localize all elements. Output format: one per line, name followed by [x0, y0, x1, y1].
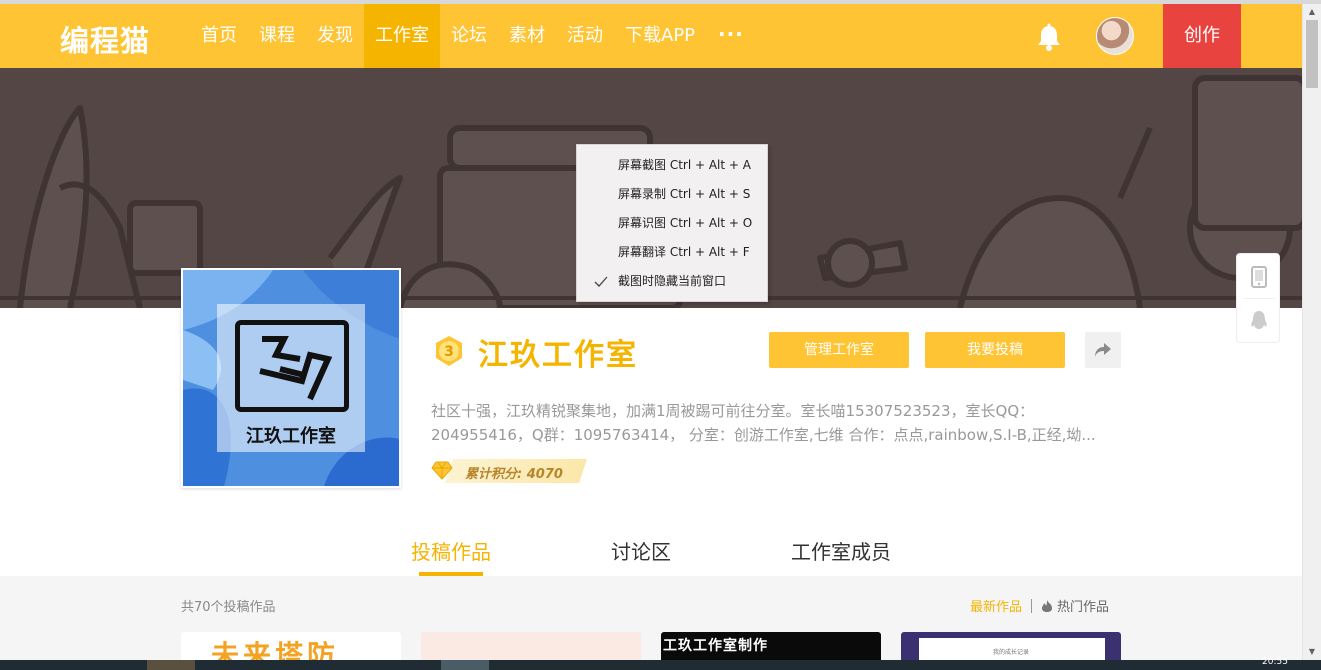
cover-logo-frame — [235, 320, 349, 412]
nav-item-courses[interactable]: 课程 — [248, 4, 306, 68]
create-button[interactable]: 创作 — [1163, 4, 1241, 68]
flame-icon — [1042, 599, 1053, 612]
check-icon — [594, 276, 608, 287]
menu-item-screen-ocr[interactable]: 屏幕识图 Ctrl + Alt + O — [577, 209, 767, 238]
filter-hot-label: 热门作品 — [1057, 600, 1110, 615]
bell-icon[interactable] — [1036, 23, 1062, 51]
work-card[interactable]: 我的成长记录 — [901, 632, 1121, 660]
side-widget-divider — [1243, 298, 1275, 299]
more-menu-icon[interactable]: ··· — [706, 4, 756, 68]
work-card[interactable]: 工玖工作室制作 — [661, 632, 881, 660]
description-line-1: 社区十强，江玖精锐聚集地，加满1周被踢可前往分室。室长喵15307523523，… — [431, 402, 1035, 420]
top-navbar: 编程猫 首页 课程 发现 工作室 论坛 素材 活动 下载APP ··· 创作 — [0, 4, 1302, 68]
taskbar-app-button[interactable] — [147, 660, 195, 670]
works-total-count: 共70个投稿作品 — [181, 600, 276, 615]
vertical-scrollbar[interactable]: ▲ ▼ — [1302, 4, 1321, 660]
nav-item-home[interactable]: 首页 — [190, 4, 248, 68]
submit-work-button[interactable]: 我要投稿 — [925, 332, 1065, 368]
site-logo[interactable]: 编程猫 — [60, 18, 150, 60]
nav-item-discover[interactable]: 发现 — [306, 4, 364, 68]
nav-item-events[interactable]: 活动 — [556, 4, 614, 68]
scroll-up-arrow-icon[interactable]: ▲ — [1303, 4, 1321, 20]
studio-cover-image: 江玖工作室 — [181, 268, 401, 488]
filter-latest[interactable]: 最新作品 — [970, 596, 1022, 615]
work-card-thumbnail: 我的成长记录 — [919, 638, 1105, 660]
main-nav: 首页 课程 发现 工作室 论坛 素材 活动 下载APP ··· — [190, 4, 756, 68]
studio-title: 江玖工作室 — [478, 338, 638, 373]
manage-studio-button[interactable]: 管理工作室 — [769, 332, 909, 368]
share-icon — [1095, 343, 1111, 357]
works-section: 共70个投稿作品 最新作品 热门作品 未来塔防 工玖工作室制作 我的成长记录 — [0, 576, 1302, 660]
menu-item-screen-record[interactable]: 屏幕录制 Ctrl + Alt + S — [577, 180, 767, 209]
level-badge-icon: 3 — [436, 336, 462, 366]
cover-studio-label: 江玖工作室 — [246, 426, 336, 447]
gem-icon — [431, 461, 453, 480]
qq-icon[interactable] — [1250, 310, 1268, 332]
description-line-2: 204955416，Q群：1095763414， 分室：创游工作室,七维 合作：… — [431, 426, 1096, 444]
taskbar-app-button[interactable] — [441, 660, 489, 670]
nav-item-studio[interactable]: 工作室 — [364, 4, 440, 68]
work-card[interactable]: 未来塔防 — [181, 632, 401, 660]
tab-submitted-works[interactable]: 投稿作品 — [411, 536, 491, 565]
work-card-title: 我的成长记录 — [993, 649, 1030, 656]
menu-item-screen-translate[interactable]: 屏幕翻译 Ctrl + Alt + F — [577, 238, 767, 267]
tab-members[interactable]: 工作室成员 — [791, 536, 891, 565]
tablet-icon[interactable] — [1251, 266, 1267, 288]
menu-item-label: 屏幕录制 Ctrl + Alt + S — [618, 187, 751, 201]
nav-item-download-app[interactable]: 下载APP — [614, 4, 706, 68]
nav-item-forum[interactable]: 论坛 — [440, 4, 498, 68]
points-text: 累计积分: 4070 — [465, 467, 563, 482]
menu-item-screenshot[interactable]: 屏幕截图 Ctrl + Alt + A — [577, 151, 767, 180]
side-float-widget — [1236, 253, 1280, 343]
share-button[interactable] — [1085, 332, 1121, 368]
work-card-title: 工玖工作室制作 — [663, 638, 768, 654]
browser-viewport: 编程猫 首页 课程 发现 工作室 论坛 素材 活动 下载APP ··· 创作 江… — [0, 4, 1302, 660]
menu-item-hide-window[interactable]: 截图时隐藏当前窗口 — [577, 267, 767, 296]
filter-divider — [1031, 598, 1033, 613]
studio-logo-glyph — [259, 336, 333, 401]
os-taskbar: 20:55 — [0, 657, 1321, 670]
user-avatar[interactable] — [1096, 17, 1134, 55]
menu-item-label: 屏幕翻译 Ctrl + Alt + F — [618, 245, 750, 259]
nav-item-materials[interactable]: 素材 — [498, 4, 556, 68]
tab-discussion[interactable]: 讨论区 — [611, 536, 671, 565]
scrollbar-thumb[interactable] — [1306, 20, 1318, 88]
menu-item-label: 截图时隐藏当前窗口 — [618, 274, 727, 288]
studio-description: 社区十强，江玖精锐聚集地，加满1周被踢可前往分室。室长喵15307523523，… — [431, 399, 1131, 447]
studio-tabs: 投稿作品 讨论区 工作室成员 — [0, 524, 1302, 576]
work-card[interactable] — [421, 632, 641, 660]
work-card-title: 未来塔防 — [211, 639, 340, 660]
filter-hot[interactable]: 热门作品 — [1041, 596, 1109, 615]
level-number: 3 — [444, 344, 454, 360]
works-sort-filters: 最新作品 热门作品 — [970, 596, 1109, 615]
taskbar-clock: 20:55 — [1262, 657, 1288, 667]
menu-item-label: 屏幕识图 Ctrl + Alt + O — [618, 216, 753, 230]
scroll-down-arrow-icon[interactable]: ▼ — [1303, 644, 1321, 660]
screenshot-context-menu: 屏幕截图 Ctrl + Alt + A 屏幕录制 Ctrl + Alt + S … — [576, 144, 768, 302]
menu-item-label: 屏幕截图 Ctrl + Alt + A — [618, 158, 751, 172]
